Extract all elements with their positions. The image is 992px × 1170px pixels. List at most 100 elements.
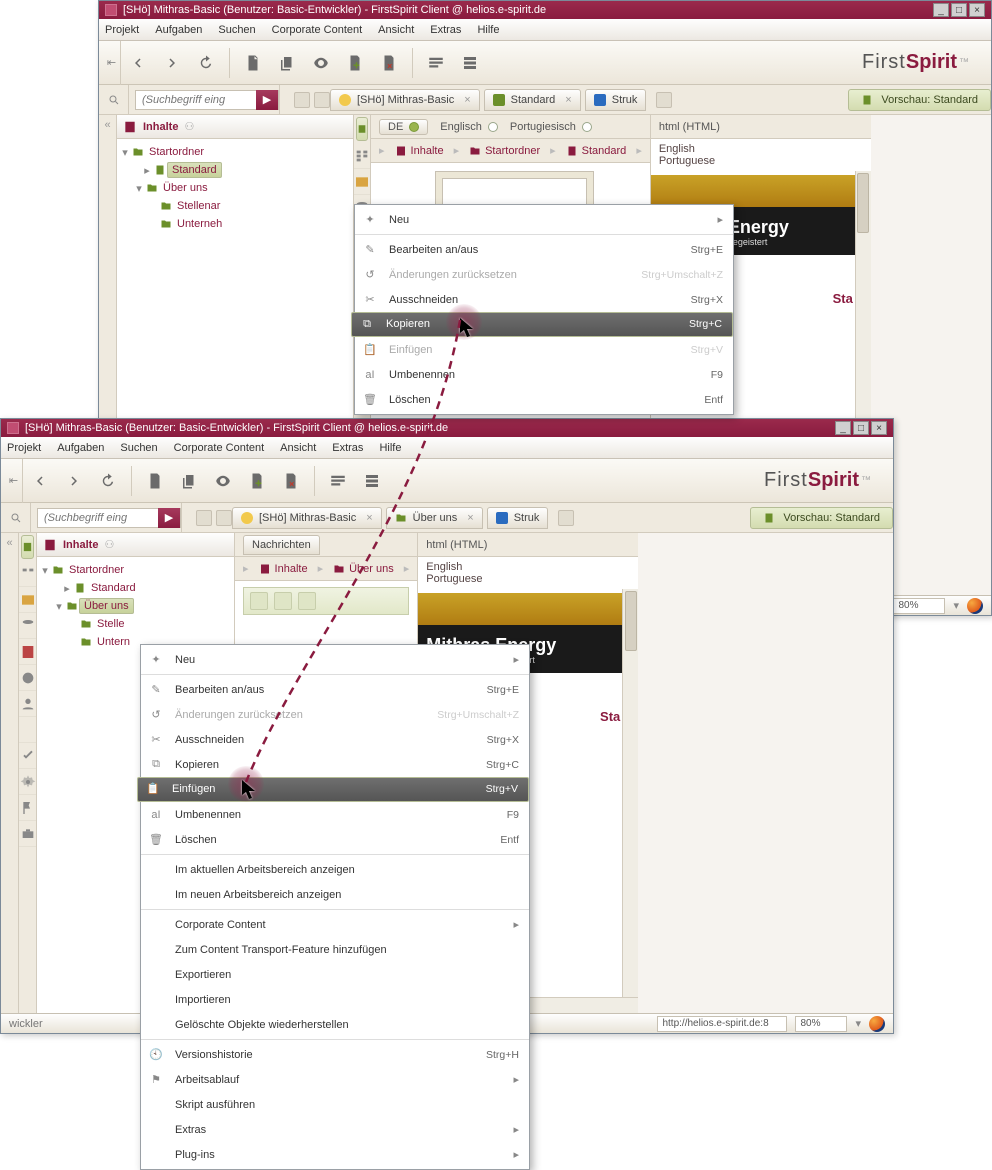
menu-item[interactable]: Exportieren xyxy=(141,962,529,987)
zoom-input[interactable] xyxy=(795,1016,847,1032)
menu-item[interactable]: ✦Neu▸ xyxy=(141,647,529,672)
menu-item[interactable]: Gelöschte Objekte wiederherstellen xyxy=(141,1012,529,1037)
tree-row-folder[interactable]: ▾Über uns xyxy=(39,597,232,615)
menu-ansicht[interactable]: Ansicht xyxy=(280,442,316,454)
menu-item[interactable]: Im neuen Arbeitsbereich anzeigen xyxy=(141,882,529,907)
nachrichten-button[interactable]: Nachrichten xyxy=(243,535,320,555)
sidebar-content-icon[interactable] xyxy=(21,535,34,559)
menu-item[interactable]: Importieren xyxy=(141,987,529,1012)
maximize-button[interactable]: □ xyxy=(853,421,869,435)
tree-row-page[interactable]: ▸Standard xyxy=(39,579,232,597)
forward-button[interactable] xyxy=(157,48,187,78)
sidebar-template-icon[interactable] xyxy=(19,639,36,665)
sidebar-struct-icon[interactable] xyxy=(354,143,370,169)
crumb-ueberuns[interactable]: Über uns xyxy=(333,563,394,575)
firefox-icon[interactable] xyxy=(967,598,983,614)
collapse-rail[interactable]: « xyxy=(1,533,19,1013)
lang-english[interactable]: English xyxy=(659,143,863,155)
menu-corporate[interactable]: Corporate Content xyxy=(174,442,265,454)
url-input[interactable] xyxy=(657,1016,787,1032)
menu-item[interactable]: Zum Content Transport-Feature hinzufügen xyxy=(141,937,529,962)
menu-item[interactable]: ✂AusschneidenStrg+X xyxy=(355,287,733,312)
tree-row-root[interactable]: ▾Startordner xyxy=(39,561,232,579)
title-bar[interactable]: [SHö] Mithras-Basic (Benutzer: Basic-Ent… xyxy=(99,1,991,19)
maximize-button[interactable]: □ xyxy=(951,3,967,17)
menu-item[interactable]: 📋EinfügenStrg+V xyxy=(137,777,529,802)
menu-projekt[interactable]: Projekt xyxy=(105,24,139,36)
menu-item[interactable]: 🕙VersionshistorieStrg+H xyxy=(141,1042,529,1067)
menu-corporate[interactable]: Corporate Content xyxy=(272,24,363,36)
tile-add-icon[interactable] xyxy=(250,592,268,610)
preview-pill[interactable]: Vorschau: Standard xyxy=(848,89,991,111)
menu-aufgaben[interactable]: Aufgaben xyxy=(155,24,202,36)
menu-extras[interactable]: Extras xyxy=(332,442,363,454)
sidebar-struct-icon[interactable] xyxy=(19,561,36,587)
tab-struktur[interactable]: Struk xyxy=(585,89,647,111)
refresh-button[interactable] xyxy=(93,466,123,496)
sidebar-case-icon[interactable] xyxy=(19,821,36,847)
lang-pt[interactable]: Portugiesisch xyxy=(510,121,592,133)
tree-row-leaf1[interactable]: Stelle xyxy=(39,615,232,633)
preview-button[interactable] xyxy=(421,48,451,78)
delete-page-button[interactable] xyxy=(276,466,306,496)
sidebar-db-icon[interactable] xyxy=(19,613,36,639)
menu-item[interactable]: ✦Neu▸ xyxy=(355,207,733,232)
crumb-startordner[interactable]: Startordner xyxy=(469,145,540,157)
title-bar[interactable]: [SHö] Mithras-Basic (Benutzer: Basic-Ent… xyxy=(1,419,893,437)
sidebar-media-icon[interactable] xyxy=(354,169,370,195)
zoom-dropdown-icon[interactable]: ▾ xyxy=(855,1017,861,1030)
tree-row-root[interactable]: ▾Startordner xyxy=(119,143,351,161)
tree-row-leaf1[interactable]: Stellenar xyxy=(119,197,351,215)
menu-item[interactable]: ✎Bearbeiten an/ausStrg+E xyxy=(141,677,529,702)
close-icon[interactable]: × xyxy=(366,512,372,524)
tab-nav-more[interactable] xyxy=(558,510,574,526)
menu-suchen[interactable]: Suchen xyxy=(218,24,255,36)
lang-en[interactable]: Englisch xyxy=(440,121,498,133)
menu-suchen[interactable]: Suchen xyxy=(120,442,157,454)
tile-trash-icon[interactable] xyxy=(298,592,316,610)
tab-struktur[interactable]: Struk xyxy=(487,507,549,529)
tab-nav-prev[interactable] xyxy=(294,92,310,108)
menu-item[interactable]: ⧉KopierenStrg+C xyxy=(351,312,733,337)
minimize-button[interactable]: _ xyxy=(835,421,851,435)
preview-pill[interactable]: Vorschau: Standard xyxy=(750,507,893,529)
zoom-input[interactable] xyxy=(893,598,945,614)
tab-project[interactable]: [SHö] Mithras-Basic× xyxy=(232,507,382,529)
menu-item[interactable]: aIUmbenennenF9 xyxy=(141,802,529,827)
menu-item[interactable]: ⚑Arbeitsablauf▸ xyxy=(141,1067,529,1092)
minimize-button[interactable]: _ xyxy=(933,3,949,17)
sidebar-gear-icon[interactable] xyxy=(19,769,36,795)
zoom-dropdown-icon[interactable]: ▾ xyxy=(953,599,959,612)
menu-item[interactable]: Extras▸ xyxy=(141,1117,529,1142)
list-button[interactable] xyxy=(357,466,387,496)
close-icon[interactable]: × xyxy=(467,512,473,524)
refresh-button[interactable] xyxy=(191,48,221,78)
crumb-home-icon[interactable]: ▸ xyxy=(379,144,385,157)
view-page-button[interactable] xyxy=(208,466,238,496)
tab-project[interactable]: [SHö] Mithras-Basic× xyxy=(330,89,480,111)
close-button[interactable]: × xyxy=(871,421,887,435)
add-page-button[interactable] xyxy=(242,466,272,496)
html-tab[interactable]: html (HTML) xyxy=(418,533,638,557)
delete-page-button[interactable] xyxy=(374,48,404,78)
search-input[interactable] xyxy=(38,509,158,527)
close-icon[interactable]: × xyxy=(464,94,470,106)
menu-item[interactable]: Corporate Content▸ xyxy=(141,912,529,937)
preview-button[interactable] xyxy=(323,466,353,496)
search-go-button[interactable]: ▶ xyxy=(256,90,278,110)
search-icon[interactable] xyxy=(1,503,31,532)
tree-row-page[interactable]: ▸Standard xyxy=(119,161,351,179)
copy-page-button[interactable] xyxy=(174,466,204,496)
lang-portuguese[interactable]: Portuguese xyxy=(659,155,863,167)
tab-nav-prev[interactable] xyxy=(196,510,212,526)
menu-item[interactable]: Plug-ins▸ xyxy=(141,1142,529,1167)
collapse-handle-icon[interactable]: ⇤ xyxy=(103,41,121,85)
menu-item[interactable]: ⧉KopierenStrg+C xyxy=(141,752,529,777)
menu-item[interactable]: Im aktuellen Arbeitsbereich anzeigen xyxy=(141,857,529,882)
crumb-inhalte[interactable]: Inhalte xyxy=(259,563,308,575)
close-button[interactable]: × xyxy=(969,3,985,17)
view-page-button[interactable] xyxy=(306,48,336,78)
sidebar-global-icon[interactable] xyxy=(19,665,36,691)
crumb-home-icon[interactable]: ▸ xyxy=(243,562,249,575)
tab-standard[interactable]: Standard× xyxy=(484,89,581,111)
